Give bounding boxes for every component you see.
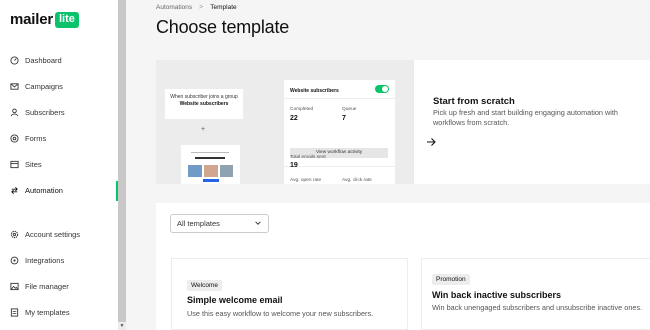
breadcrumb-separator: > — [199, 4, 204, 11]
sidebar-item-label: Subscribers — [25, 107, 65, 117]
template-title: Simple welcome email — [187, 295, 283, 305]
sites-icon — [10, 160, 19, 169]
logo-badge: lite — [55, 11, 79, 28]
sidebar-item-campaigns[interactable]: Campaigns — [10, 78, 63, 94]
trigger-group: Website subscribers — [179, 101, 229, 107]
sidebar-item-my-templates[interactable]: My templates — [10, 304, 70, 320]
page-title: Choose template — [156, 17, 290, 37]
template-icon — [10, 307, 19, 317]
open-rate-label: Avg. open rate — [290, 178, 322, 183]
user-icon — [10, 108, 19, 117]
template-card-welcome[interactable]: Welcome Simple welcome email Use this ea… — [171, 258, 408, 330]
sidebar-item-automation[interactable]: Automation — [10, 182, 63, 198]
queue-value: 7 — [342, 115, 346, 122]
plus-icon: + — [201, 126, 206, 133]
sidebar-item-label: Dashboard — [25, 55, 62, 65]
filter-selected-value: All templates — [177, 219, 220, 228]
sidebar-item-label: Automation — [25, 185, 63, 195]
template-filter-select[interactable]: All templates — [170, 214, 269, 233]
template-badge: Promotion — [432, 274, 470, 285]
scroll-down-icon[interactable]: ▼ — [119, 323, 125, 329]
sidebar-item-forms[interactable]: Forms — [10, 130, 46, 146]
template-title: Win back inactive subscribers — [432, 290, 561, 300]
stats-card-title: Website subscribers — [290, 88, 339, 94]
sidebar-item-integrations[interactable]: Integrations — [10, 252, 64, 268]
template-description: Use this easy workflow to welcome your n… — [187, 309, 374, 318]
integrations-icon — [10, 256, 19, 265]
queue-label: Queue — [342, 107, 357, 112]
sidebar-item-account-settings[interactable]: Account settings — [10, 226, 80, 242]
sidebar: mailer lite Dashboard Campaigns Subscrib… — [0, 0, 118, 330]
chevron-down-icon — [254, 219, 262, 227]
total-emails-label: Total emails sent — [290, 155, 326, 160]
start-from-scratch-card[interactable]: When subscriber joins a group Website su… — [156, 60, 650, 184]
automation-icon — [10, 186, 19, 195]
trigger-text: When subscriber joins a group — [170, 94, 238, 100]
scratch-title: Start from scratch — [433, 96, 515, 107]
dashboard-icon — [10, 55, 19, 65]
template-description: Win back unengaged subscribers and unsub… — [432, 303, 643, 312]
templates-section: All templates Welcome Simple welcome ema… — [156, 203, 650, 330]
gear-icon — [10, 230, 19, 239]
sidebar-item-label: File manager — [25, 281, 69, 291]
workflow-stats-card: Website subscribers Completed 22 Queue 7… — [284, 80, 395, 184]
template-card-win-back[interactable]: Promotion Win back inactive subscribers … — [421, 258, 650, 330]
click-rate-label: Avg. click rate — [342, 178, 372, 183]
sidebar-item-label: Sites — [25, 159, 42, 169]
forms-icon — [10, 133, 19, 143]
logo[interactable]: mailer lite — [10, 11, 79, 28]
completed-value: 22 — [290, 115, 298, 122]
breadcrumb-current: Template — [210, 4, 237, 11]
arrow-right-icon[interactable] — [426, 137, 436, 147]
scratch-info[interactable]: Start from scratch Pick up fresh and sta… — [414, 60, 650, 184]
trigger-card: When subscriber joins a group Website su… — [165, 89, 243, 119]
sidebar-item-subscribers[interactable]: Subscribers — [10, 104, 65, 120]
total-emails-value: 19 — [290, 162, 298, 169]
workflow-toggle — [375, 85, 389, 93]
sidebar-item-label: My templates — [25, 307, 70, 317]
breadcrumb-automations[interactable]: Automations — [156, 4, 192, 11]
image-icon — [10, 282, 19, 291]
sidebar-item-file-manager[interactable]: File manager — [10, 278, 69, 294]
email-preview-thumbnail — [181, 145, 240, 184]
breadcrumb: Automations > Template — [156, 4, 237, 11]
sidebar-item-label: Integrations — [25, 255, 65, 265]
mail-icon — [10, 82, 19, 91]
scratch-description: Pick up fresh and start building engagin… — [433, 108, 618, 127]
template-badge: Welcome — [187, 280, 222, 291]
sidebar-item-dashboard[interactable]: Dashboard — [10, 52, 62, 68]
sidebar-item-label: Account settings — [25, 229, 81, 239]
workflow-preview: When subscriber joins a group Website su… — [156, 60, 414, 184]
sidebar-item-label: Campaigns — [25, 81, 63, 91]
logo-text: mailer — [10, 11, 53, 28]
sidebar-item-sites[interactable]: Sites — [10, 156, 42, 172]
sidebar-scrollbar-thumb[interactable] — [118, 0, 126, 322]
sidebar-item-label: Forms — [25, 133, 47, 143]
completed-label: Completed — [290, 107, 314, 112]
main-content: Automations > Template Choose template W… — [126, 0, 650, 330]
